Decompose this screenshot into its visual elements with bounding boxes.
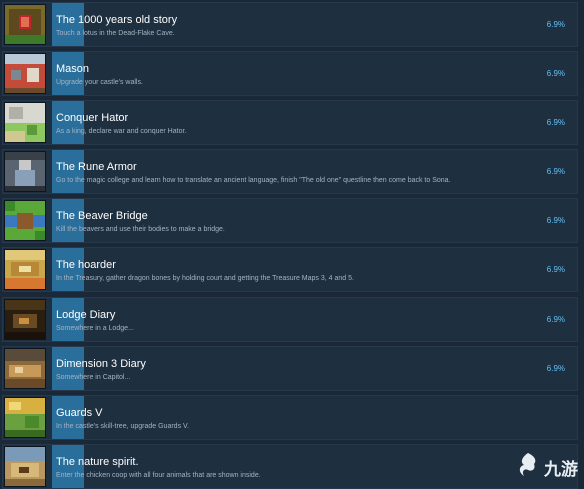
achievement-title: Dimension 3 Diary (56, 358, 146, 370)
achievement-description: Touch a lotus in the Dead-Flake Cave. (56, 30, 175, 37)
achievement-row[interactable]: Guards V In the castle's skill-tree, upg… (2, 395, 578, 440)
achievement-description: Enter the chicken coop with all four ani… (56, 472, 261, 479)
achievement-description: Somewhere in a Lodge... (56, 325, 134, 332)
unlock-percentage: 6.9% (546, 20, 565, 29)
achievement-thumbnail (4, 4, 46, 45)
achievement-title: Mason (56, 63, 90, 75)
achievement-title: The Rune Armor (56, 161, 137, 173)
achievement-description: Kill the beavers and use their bodies to… (56, 226, 225, 233)
achievement-title: Lodge Diary (56, 309, 116, 321)
unlock-percentage: 6.9% (546, 216, 565, 225)
achievement-thumbnail (4, 397, 46, 438)
achievement-description: In the Treasury, gather dragon bones by … (56, 275, 354, 282)
achievement-thumbnail (4, 151, 46, 192)
unlock-percentage: 6.9% (546, 69, 565, 78)
achievement-thumbnail (4, 249, 46, 290)
logo-icon (516, 452, 540, 483)
achievement-title: Conquer Hator (56, 112, 129, 124)
unlock-percentage: 6.9% (546, 364, 565, 373)
achievement-row[interactable]: The nature spirit. Enter the chicken coo… (2, 444, 578, 489)
achievement-title: Guards V (56, 407, 103, 419)
achievement-description: In the castle's skill-tree, upgrade Guar… (56, 423, 189, 430)
achievement-description: As a king, declare war and conquer Hator… (56, 128, 187, 135)
achievement-thumbnail (4, 446, 46, 487)
achievement-row[interactable]: The Beaver Bridge Kill the beavers and u… (2, 198, 578, 243)
achievement-description: Go to the magic college and learn how to… (56, 177, 451, 184)
achievement-row[interactable]: The Rune Armor Go to the magic college a… (2, 149, 578, 194)
achievement-title: The hoarder (56, 259, 116, 271)
watermark-logo: 九游 (516, 452, 578, 483)
achievement-row[interactable]: Mason Upgrade your castle's walls. 6.9% (2, 51, 578, 96)
achievement-title: The 1000 years old story (56, 14, 178, 26)
achievement-row[interactable]: The 1000 years old story Touch a lotus i… (2, 2, 578, 47)
achievement-thumbnail (4, 102, 46, 143)
unlock-percentage: 6.9% (546, 118, 565, 127)
achievement-description: Upgrade your castle's walls. (56, 79, 143, 86)
unlock-percentage: 6.9% (546, 265, 565, 274)
achievement-title: The Beaver Bridge (56, 210, 148, 222)
achievement-row[interactable]: Dimension 3 Diary Somewhere in Capitol..… (2, 346, 578, 391)
achievement-thumbnail (4, 53, 46, 94)
achievement-thumbnail (4, 299, 46, 340)
achievement-thumbnail (4, 348, 46, 389)
achievement-title: The nature spirit. (56, 456, 139, 468)
unlock-percentage: 6.9% (546, 167, 565, 176)
achievement-thumbnail (4, 200, 46, 241)
achievement-description: Somewhere in Capitol... (56, 374, 131, 381)
watermark-text: 九游 (544, 460, 578, 479)
achievement-row[interactable]: Lodge Diary Somewhere in a Lodge... 6.9% (2, 297, 578, 342)
achievement-row[interactable]: The hoarder In the Treasury, gather drag… (2, 247, 578, 292)
achievement-row[interactable]: Conquer Hator As a king, declare war and… (2, 100, 578, 145)
unlock-percentage: 6.9% (546, 315, 565, 324)
